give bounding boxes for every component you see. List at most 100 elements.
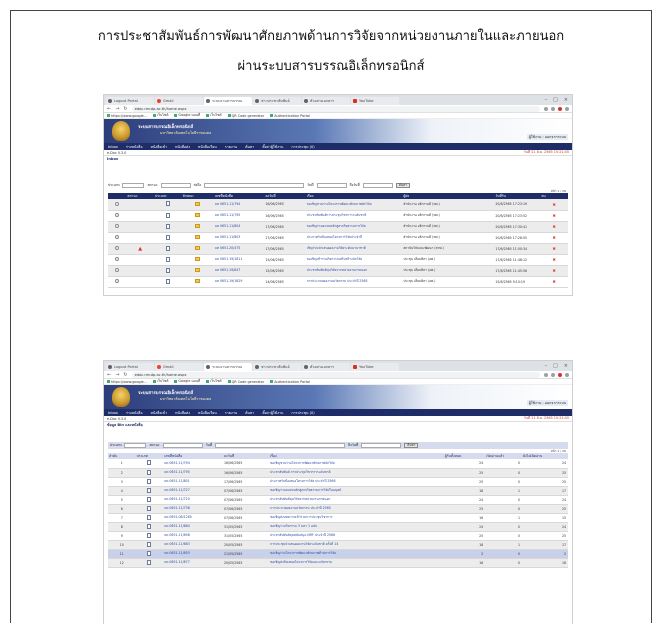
doc-subject[interactable]: การประกวดผลงานนวัตกรรม ประจำปี 2565 — [268, 504, 444, 514]
select-radio[interactable] — [115, 246, 120, 250]
doc-subject[interactable]: ขอเชิญร่วมอบรมหลักสูตรจริยธรรมการวิจัยใน… — [268, 486, 444, 496]
doc-subject[interactable]: ขอเชิญเข้าร่วมกิจกรรมเสริมสร้างนักวิจัย — [305, 254, 403, 266]
table-row[interactable]: มท 0651.11/794 16/06/2565 ขอเชิญชวนร่วมโคร… — [108, 199, 568, 211]
bookmark-item[interactable]: QR Code generator — [228, 114, 265, 118]
date-input[interactable] — [215, 443, 346, 448]
doc-subject[interactable]: ประชาสัมพันธ์ทุนสนับสนุน NRF ประจำปี 256… — [268, 531, 444, 541]
doc-number[interactable]: มท 0651.11/683 — [163, 540, 223, 550]
bookmark-item[interactable]: https://www.google... — [107, 380, 147, 384]
star-icon[interactable] — [551, 372, 555, 377]
doc-number[interactable]: มท 0651.11/803 — [213, 232, 265, 244]
doc-number[interactable]: มท 0651.19/1629 — [213, 276, 265, 288]
type-select[interactable] — [124, 443, 147, 448]
doc-number[interactable]: มท 0651.11/727 — [163, 486, 223, 496]
menu-incoming[interactable]: หนังสือเข้า — [150, 410, 167, 416]
doc-number[interactable]: มท 0651.19/847 — [213, 265, 265, 277]
doc-number[interactable]: มท 0651.11/655 — [163, 549, 223, 559]
forward-icon[interactable]: → — [115, 372, 119, 378]
menu-incoming[interactable]: หนังสือเข้า — [150, 144, 167, 150]
minimize-button[interactable]: – — [545, 97, 548, 103]
maximize-button[interactable]: □ — [553, 363, 558, 369]
browser-tab[interactable]: Logout Portal — [106, 97, 154, 105]
doc-subject[interactable]: การประกวดผลงานนวัตกรรม ประจำปี 2565 — [305, 276, 403, 288]
table-row[interactable]: 4 มท 0651.11/727 07/06/2565 ขอเชิญร่วมอบรมห… — [108, 486, 568, 496]
table-row[interactable]: 9 มท 0651.11/698 31/05/2565 ประชาสัมพันธ์ทุ… — [108, 531, 568, 541]
to-date-input[interactable] — [362, 183, 393, 188]
bookmark-item[interactable]: QR Code generator — [228, 380, 265, 384]
forward-icon[interactable]: → — [115, 106, 119, 112]
back-icon[interactable]: ← — [107, 106, 111, 112]
bookmark-item[interactable]: https://www.google... — [107, 114, 147, 118]
bookmark-item[interactable]: Authentication Portal — [270, 380, 310, 384]
profile-icon[interactable] — [565, 372, 569, 377]
search-button[interactable]: ค้นหา — [404, 443, 419, 448]
doc-subject[interactable]: ขอเชิญร่วมโครงการพัฒนาศักยภาพด้านการวิจั… — [268, 549, 444, 559]
doc-number[interactable]: มท 0651.11/684 — [163, 522, 223, 532]
delete-icon[interactable]: ✖ — [552, 257, 555, 262]
user-logout-link[interactable]: ผู้ใช้งาน : ออกจากระบบ — [526, 134, 568, 140]
reload-icon[interactable]: ↻ — [123, 372, 127, 378]
table-row[interactable]: 3 มท 0651.11/801 17/06/2565 ประกาศรับข้อเสน… — [108, 477, 568, 487]
doc-subject[interactable]: ขอเชิญร่วมอบรมหลักสูตรจริยธรรมการวิจัย — [305, 221, 403, 233]
browser-tab[interactable]: YouTube — [351, 97, 399, 105]
menu-draft[interactable]: ร่างหนังสือ — [126, 144, 143, 150]
doc-number[interactable]: มท 0651.11/720 — [163, 495, 223, 505]
select-radio[interactable] — [115, 235, 120, 239]
doc-number[interactable]: มท 0651.11/698 — [163, 531, 223, 541]
select-radio[interactable] — [115, 201, 120, 206]
browser-tab[interactable]: ตัวอย่างเอกสาร — [302, 97, 350, 105]
doc-number[interactable]: มท 0651.11/738 — [163, 504, 223, 514]
doc-subject[interactable]: ขอเชิญส่งบทความเข้าร่วมการประชุมวิชาการ — [268, 513, 444, 523]
search-button[interactable]: ค้นหา — [395, 183, 410, 188]
doc-subject[interactable]: ประกาศรับข้อเสนอโครงการวิจัยประจำปี — [305, 232, 403, 244]
doc-number[interactable]: มท 0651.11/804 — [213, 221, 265, 233]
menu-outgoing[interactable]: หนังสือส่ง — [175, 144, 190, 150]
bookmark-item[interactable]: Google แผนที่ — [174, 379, 200, 384]
doc-subject[interactable]: ขอเชิญชวนร่วมโครงการพัฒนาศักยภาพนักวิจัย — [305, 199, 403, 211]
browser-tab-active[interactable]: ระบบงานสารบรรณ — [204, 97, 252, 105]
menu-draft[interactable]: ร่างหนังสือ — [126, 410, 143, 416]
doc-subject[interactable]: การประชุมนำเสนอผลงานวิจัยระดับชาติ ครั้ง… — [268, 540, 444, 550]
table-row[interactable]: มท 0651.11/803 17/06/2565 ประกาศรับข้อเสนอ… — [108, 232, 568, 244]
delete-icon[interactable]: ✖ — [552, 246, 555, 251]
type-select[interactable] — [122, 183, 145, 188]
minimize-button[interactable]: – — [545, 363, 548, 369]
table-row[interactable]: 1 มท 0651.11/794 16/06/2565 ขอเชิญชวนร่วมโค… — [108, 459, 568, 469]
browser-tab[interactable]: ตัวอย่างเอกสาร — [302, 363, 350, 371]
menu-search[interactable]: ค้นหา — [245, 144, 254, 150]
select-radio[interactable] — [115, 257, 120, 261]
table-row[interactable]: 11 มท 0651.11/655 21/05/2565 ขอเชิญร่วมโครง… — [108, 549, 568, 559]
close-button[interactable]: × — [564, 363, 568, 369]
bookmark-item[interactable]: Authentication Portal — [270, 114, 310, 118]
delete-icon[interactable]: ✖ — [552, 202, 555, 207]
doc-number[interactable]: มท 0651.08/1265 — [163, 513, 223, 523]
user-logout-link[interactable]: ผู้ใช้งาน : ออกจากระบบ — [526, 400, 568, 406]
table-row[interactable]: มท 0651.11/795 16/06/2565 ประชาสัมพันธ์การ… — [108, 210, 568, 222]
browser-tab[interactable]: ข่าวประชาสัมพันธ์ — [253, 363, 301, 371]
star-icon[interactable] — [551, 106, 555, 111]
select-radio[interactable] — [115, 213, 120, 217]
table-row[interactable]: 8 มท 0651.11/684 31/05/2565 ขอเชิญร่วมกิจกร… — [108, 522, 568, 532]
table-row[interactable]: 2 มท 0651.11/795 16/06/2565 ประชาสัมพันธ์ ก… — [108, 468, 568, 478]
menu-meeting[interactable]: การประชุม (0) — [291, 144, 314, 150]
table-row[interactable]: 5 มท 0651.11/720 07/06/2565 ประชาสัมพันธ์ทุ… — [108, 495, 568, 505]
menu-settings[interactable]: ตั้งค่าผู้ใช้งาน — [262, 144, 283, 150]
menu-settings[interactable]: ตั้งค่าผู้ใช้งาน — [262, 410, 283, 416]
doc-number[interactable]: มท 0651.20/475 — [213, 243, 265, 255]
doc-subject[interactable]: ประกาศรับข้อเสนอโครงการวิจัย ประจำปี 256… — [268, 477, 444, 487]
doc-subject[interactable]: เชิญร่วมนำเสนอผลงานวิจัยระดับนานาชาติ — [305, 243, 403, 255]
doc-subject[interactable]: ขอเชิญชวนร่วมโครงการพัฒนาศักยภาพนักวิจัย — [268, 459, 444, 469]
doc-subject[interactable]: ขอเชิญร่วมกิจกรรม 3 มหา 1 ฉบับ — [268, 522, 444, 532]
browser-tab[interactable]: YouTube — [351, 363, 399, 371]
browser-tab[interactable]: Gmail — [155, 363, 203, 371]
status-select[interactable] — [160, 183, 191, 188]
select-radio[interactable] — [115, 224, 120, 228]
table-row[interactable]: 10 มท 0651.11/683 20/05/2565 การประชุมนำเสน… — [108, 540, 568, 550]
menu-outgoing[interactable]: หนังสือส่ง — [175, 410, 190, 416]
to-date-input[interactable] — [361, 443, 402, 448]
menu-circular[interactable]: หนังสือเวียน — [198, 410, 217, 416]
bookmark-item[interactable]: เว็บไซต์ — [153, 379, 168, 384]
doc-subject[interactable]: ประชาสัมพันธ์ทุนวิจัยจากหน่วยงานภายนอก — [305, 265, 403, 277]
delete-icon[interactable]: ✖ — [552, 279, 555, 284]
table-row[interactable]: มท 0651.19/1629 14/06/2565 การประกวดผลงานน… — [108, 276, 568, 288]
